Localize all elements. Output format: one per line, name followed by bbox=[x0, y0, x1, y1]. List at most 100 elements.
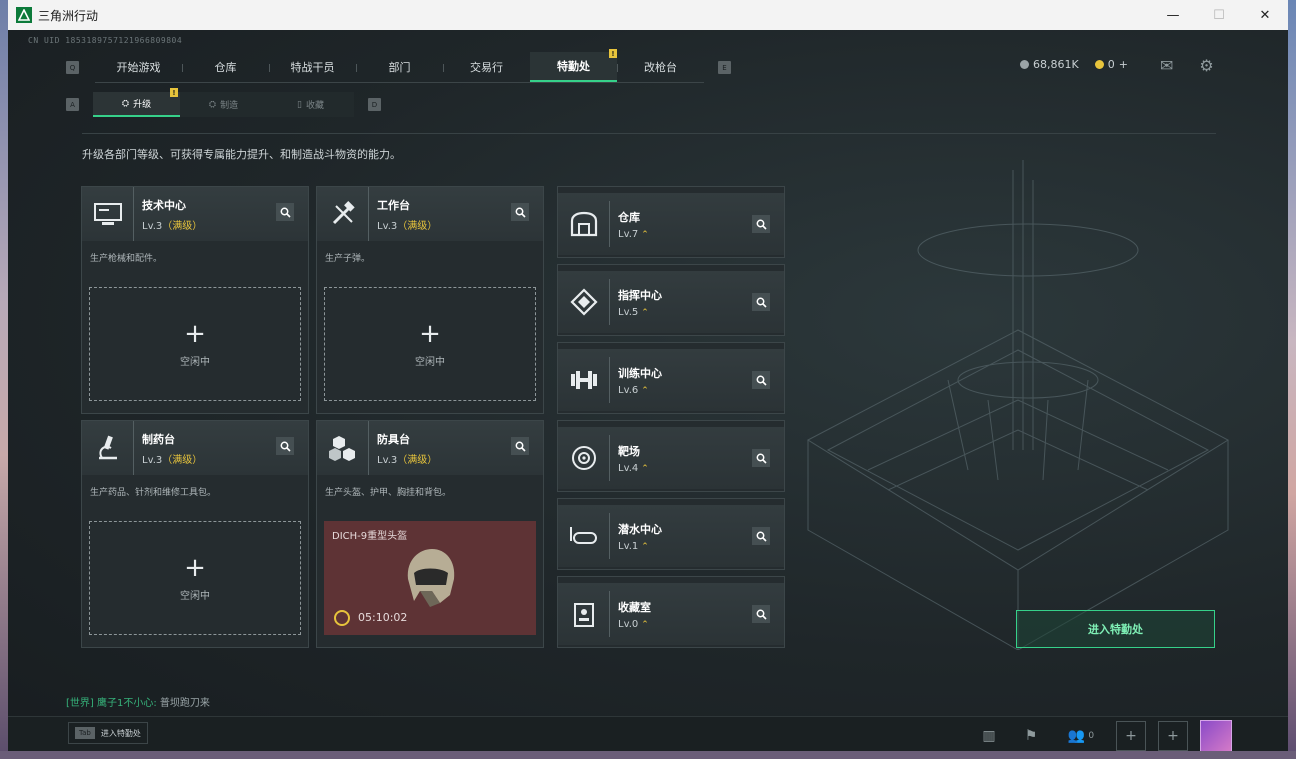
tab-warehouse[interactable]: 仓库 bbox=[182, 52, 269, 82]
base-wireframe-illustration bbox=[806, 160, 1230, 650]
search-icon[interactable] bbox=[752, 527, 770, 545]
subtab-collection[interactable]: ▯ 收藏 bbox=[267, 92, 354, 117]
facility-diving-center[interactable]: 潜水中心 Lv.1 ⌃ bbox=[557, 498, 785, 570]
crafting-item-name: DICH-9重型头盔 bbox=[332, 531, 408, 542]
add-party-slot-button[interactable]: + bbox=[1158, 721, 1188, 751]
collection-icon: ▯ bbox=[297, 99, 302, 110]
minimize-button[interactable]: — bbox=[1150, 0, 1196, 30]
subtab-label: 升级 bbox=[133, 100, 152, 110]
search-icon[interactable] bbox=[752, 293, 770, 311]
warehouse-icon bbox=[558, 201, 610, 247]
friends-count: 0 bbox=[1088, 731, 1095, 741]
chat-message: 普坝跑刀来 bbox=[159, 698, 210, 709]
workshop-level: Lv.3 bbox=[377, 220, 398, 232]
tab-label: 特勤处 bbox=[557, 60, 590, 73]
facility-level: Lv.5 bbox=[618, 306, 639, 318]
facility-level: Lv.1 bbox=[618, 540, 639, 552]
production-slot-empty[interactable]: + 空闲中 bbox=[89, 521, 301, 635]
app-icon bbox=[16, 7, 32, 23]
workshop-description: 生产枪械和配件。 bbox=[90, 254, 163, 264]
add-icon: + bbox=[184, 318, 206, 349]
subtab-label: 制造 bbox=[220, 101, 239, 111]
diving-mask-icon bbox=[558, 513, 610, 559]
facility-collection-room[interactable]: 收藏室 Lv.0 ⌃ bbox=[557, 576, 785, 648]
window-title: 三角洲行动 bbox=[38, 8, 99, 23]
maximize-button[interactable]: ☐ bbox=[1196, 0, 1242, 30]
facility-level: Lv.4 bbox=[618, 462, 639, 474]
facility-warehouse[interactable]: 仓库 Lv.7 ⌃ bbox=[557, 186, 785, 258]
facility-level: Lv.0 bbox=[618, 618, 639, 630]
search-icon[interactable] bbox=[276, 437, 294, 455]
search-icon[interactable] bbox=[752, 449, 770, 467]
avatar[interactable] bbox=[1200, 720, 1232, 751]
facility-level: Lv.7 bbox=[618, 228, 639, 240]
workshop-name: 制药台 bbox=[142, 432, 175, 446]
tab-label: 特战干员 bbox=[290, 61, 335, 74]
crafting-timer: 05:10:02 bbox=[358, 611, 408, 624]
notification-badge: ! bbox=[609, 49, 617, 58]
add-icon: + bbox=[419, 318, 441, 349]
add-party-slot-button[interactable]: + bbox=[1116, 721, 1146, 751]
silver-coin-icon bbox=[1020, 60, 1029, 69]
close-button[interactable]: ✕ bbox=[1242, 0, 1288, 30]
search-icon[interactable] bbox=[752, 215, 770, 233]
facility-training-center[interactable]: 训练中心 Lv.6 ⌃ bbox=[557, 342, 785, 414]
add-currency-button[interactable]: + bbox=[1119, 58, 1128, 71]
search-icon[interactable] bbox=[752, 605, 770, 623]
search-icon[interactable] bbox=[511, 203, 529, 221]
page-description: 升级各部门等级、可获得专属能力提升、和制造战斗物资的能力。 bbox=[82, 148, 401, 161]
target-icon bbox=[558, 435, 610, 481]
production-slot-empty[interactable]: + 空闲中 bbox=[324, 287, 536, 401]
tab-shortcut-hint[interactable]: Tab 进入特勤处 bbox=[68, 722, 148, 744]
max-level-tag: （满级） bbox=[397, 220, 438, 232]
chat-user: 鹰子1不小心: bbox=[97, 698, 157, 709]
facility-level: Lv.6 bbox=[618, 384, 639, 396]
upgrade-icon: ⛭ bbox=[121, 98, 130, 109]
friends-icon[interactable]: 👥 0 bbox=[1058, 721, 1104, 751]
window-titlebar: 三角洲行动 — ☐ ✕ bbox=[8, 0, 1288, 30]
header-divider bbox=[82, 133, 1216, 134]
slot-status: 空闲中 bbox=[180, 590, 210, 602]
upgrade-arrow-icon: ⌃ bbox=[641, 385, 649, 396]
subtab-label: 收藏 bbox=[305, 101, 324, 111]
stats-chart-icon[interactable]: ▥ bbox=[974, 721, 1004, 751]
tab-special-ops[interactable]: 特勤处 ! bbox=[530, 49, 617, 82]
search-icon[interactable] bbox=[276, 203, 294, 221]
settings-gear-icon[interactable]: ⚙ bbox=[1199, 56, 1213, 75]
tools-icon bbox=[317, 187, 369, 241]
tab-departments[interactable]: 部门 bbox=[356, 52, 443, 82]
dumbbell-icon bbox=[558, 357, 610, 403]
tab-gunsmith[interactable]: 改枪台 bbox=[617, 52, 704, 82]
upgrade-arrow-icon: ⌃ bbox=[641, 463, 649, 474]
facility-command-center[interactable]: 指挥中心 Lv.5 ⌃ bbox=[557, 264, 785, 336]
facility-name: 训练中心 bbox=[618, 366, 662, 380]
upgrade-arrow-icon: ⌃ bbox=[641, 619, 649, 630]
top-navigation: Q 开始游戏 仓库 特战干员 部门 交易行 特勤处 ! 改枪台 E bbox=[66, 49, 731, 83]
subtab-craft[interactable]: ⛭ 制造 bbox=[180, 92, 267, 117]
subtab-upgrade[interactable]: ⛭ 升级 ! bbox=[93, 88, 180, 117]
production-slot-empty[interactable]: + 空闲中 bbox=[89, 287, 301, 401]
workshop-name: 技术中心 bbox=[142, 198, 186, 212]
slot-status: 空闲中 bbox=[415, 356, 445, 368]
facility-name: 收藏室 bbox=[618, 600, 651, 614]
desktop-wallpaper-bottom bbox=[0, 751, 1296, 759]
tab-trading[interactable]: 交易行 bbox=[443, 52, 530, 82]
facility-name: 靶场 bbox=[618, 444, 640, 458]
facility-shooting-range[interactable]: 靶场 Lv.4 ⌃ bbox=[557, 420, 785, 492]
workshop-level: Lv.3 bbox=[142, 220, 163, 232]
tab-start-game[interactable]: 开始游戏 bbox=[95, 52, 182, 82]
production-slot-crafting[interactable]: DICH-9重型头盔 05:10:02 bbox=[324, 521, 536, 635]
facility-name: 仓库 bbox=[618, 210, 640, 224]
flag-icon[interactable]: ⚑ bbox=[1016, 721, 1046, 751]
tab-operators[interactable]: 特战干员 bbox=[269, 52, 356, 82]
mail-icon[interactable]: ✉ bbox=[1160, 56, 1173, 75]
facility-name: 指挥中心 bbox=[618, 288, 662, 302]
enter-special-ops-button[interactable]: 进入特勤处 bbox=[1016, 610, 1215, 648]
upgrade-arrow-icon: ⌃ bbox=[641, 229, 649, 240]
search-icon[interactable] bbox=[752, 371, 770, 389]
tab-label: 开始游戏 bbox=[116, 61, 161, 74]
workshop-name: 防具台 bbox=[377, 432, 410, 446]
search-icon[interactable] bbox=[511, 437, 529, 455]
workshop-level: Lv.3 bbox=[377, 454, 398, 466]
game-viewport: CN UID 1853189757121966809804 Q 开始游戏 仓库 … bbox=[8, 30, 1288, 751]
